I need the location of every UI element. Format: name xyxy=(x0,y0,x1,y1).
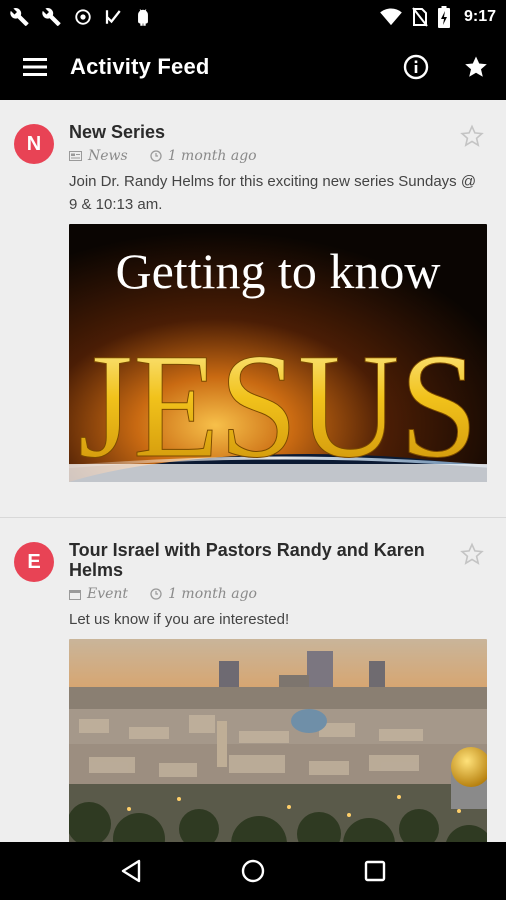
recents-square-icon xyxy=(364,860,386,882)
back-button[interactable] xyxy=(101,842,161,900)
wrench-icon xyxy=(10,7,29,26)
category-text: Event xyxy=(87,586,129,602)
battery-icon xyxy=(437,6,450,28)
wrench-icon xyxy=(42,7,61,26)
time-label: 1 month ago xyxy=(150,586,257,602)
calendar-icon xyxy=(69,589,81,600)
status-left-icons xyxy=(10,7,152,27)
no-sim-icon xyxy=(412,7,428,27)
vpn-icon xyxy=(75,9,91,25)
status-right-icons: 9:17 xyxy=(380,6,496,28)
home-circle-icon xyxy=(241,859,265,883)
time-text: 1 month ago xyxy=(168,586,257,602)
info-icon xyxy=(403,54,429,80)
news-icon xyxy=(69,151,82,161)
android-icon xyxy=(138,9,148,26)
recents-button[interactable] xyxy=(345,842,405,900)
jerusalem-image[interactable] xyxy=(69,639,487,842)
app-bar: Activity Feed xyxy=(0,34,506,100)
time-label: 1 month ago xyxy=(150,148,257,164)
series-image-line1: Getting to know xyxy=(116,243,441,299)
hamburger-menu-icon xyxy=(23,58,47,76)
clock-icon xyxy=(150,588,162,600)
feed-item-title: Tour Israel with Pastors Randy and Karen… xyxy=(69,540,425,580)
activity-feed[interactable]: N New Series News 1 month ago Join Dr. R… xyxy=(0,100,506,842)
status-time: 9:17 xyxy=(463,8,496,25)
feed-item-title: New Series xyxy=(69,122,166,142)
status-bar: 9:17 xyxy=(0,0,506,34)
feed-item-meta: Event 1 month ago xyxy=(69,586,488,602)
avatar: E xyxy=(14,542,54,582)
feed-item-description: Join Dr. Randy Helms for this exciting n… xyxy=(69,173,477,213)
app-bar-actions xyxy=(386,34,506,100)
feed-item-meta: News 1 month ago xyxy=(69,148,488,164)
series-image[interactable]: Getting to know JESUS xyxy=(69,224,487,487)
system-nav-bar xyxy=(0,842,506,900)
category-label: Event xyxy=(69,586,128,602)
favorite-star-icon[interactable] xyxy=(460,542,484,566)
feed-item-description: Let us know if you are interested! xyxy=(69,611,290,628)
feed-item[interactable]: E Tour Israel with Pastors Randy and Kar… xyxy=(0,518,506,842)
favorites-button[interactable] xyxy=(446,34,506,100)
feed-item[interactable]: N New Series News 1 month ago Join Dr. R… xyxy=(0,100,506,518)
avatar: N xyxy=(14,124,54,164)
clock-icon xyxy=(150,150,162,162)
star-icon xyxy=(465,56,487,77)
category-label: News xyxy=(69,148,128,164)
wifi-icon xyxy=(380,8,402,26)
home-button[interactable] xyxy=(223,842,283,900)
check-flag-icon xyxy=(105,10,121,24)
back-triangle-icon xyxy=(121,859,141,883)
time-text: 1 month ago xyxy=(167,148,257,164)
category-text: News xyxy=(88,148,128,164)
menu-button[interactable] xyxy=(0,34,70,100)
info-button[interactable] xyxy=(386,34,446,100)
favorite-star-icon[interactable] xyxy=(460,124,484,148)
page-title: Activity Feed xyxy=(70,54,210,79)
series-image-line2: JESUS xyxy=(78,323,478,482)
